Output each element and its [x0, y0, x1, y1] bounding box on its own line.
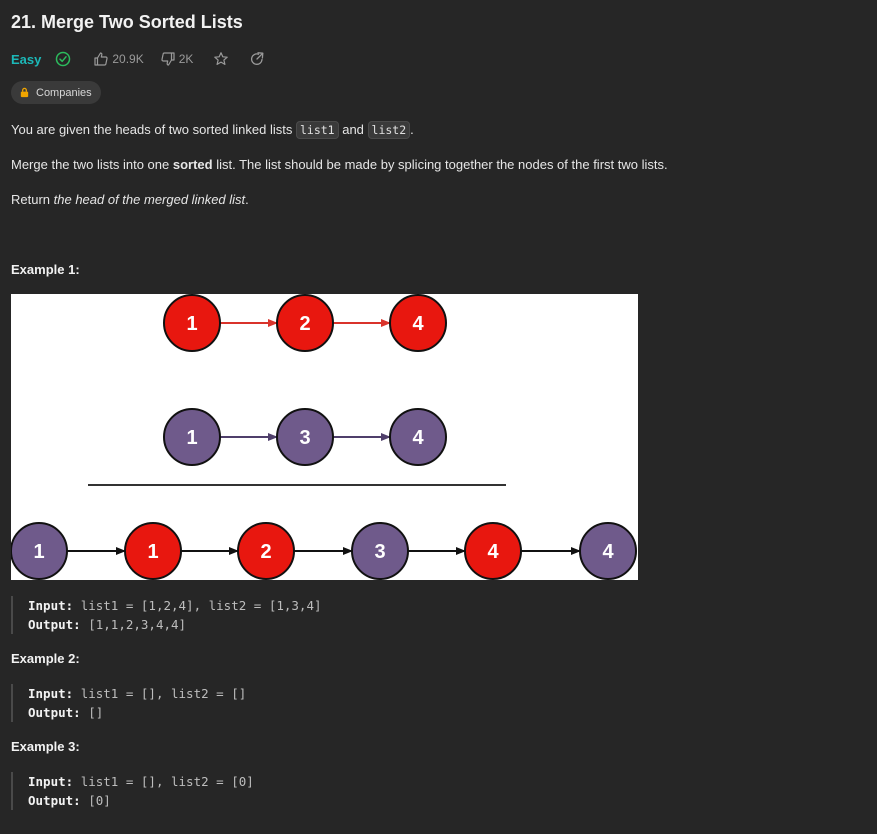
lock-icon	[19, 87, 30, 98]
list1-node-1: 2	[276, 294, 334, 352]
thumbs-down-icon	[160, 51, 176, 67]
merged-node-3: 3	[351, 522, 409, 580]
example-1-linked-list-diagram: 1 2 4 1 3 4 1 1 2 3 4 4	[11, 294, 638, 580]
list1-node-2: 4	[389, 294, 447, 352]
favorite-star-icon[interactable]	[213, 51, 229, 67]
thumbs-up-icon	[93, 51, 109, 67]
merge-diagram-svg: 1 2 4 1 3 4 1 1 2 3 4 4	[11, 294, 637, 580]
like-button[interactable]: 20.9K	[93, 51, 144, 67]
list2-node-1-value: 3	[299, 427, 310, 449]
example-3-code: Input: list1 = [], list2 = [0] Output: […	[11, 772, 254, 810]
example-1-code: Input: list1 = [1,2,4], list2 = [1,3,4] …	[11, 596, 322, 634]
text: and	[338, 122, 368, 137]
inline-code-list1: list1	[295, 121, 339, 139]
dislike-count: 2K	[178, 52, 194, 66]
list1-node-0-value: 1	[186, 313, 197, 335]
diagram-nodes: 1 2 4 1 3 4 1 1 2 3 4 4	[11, 294, 637, 580]
input-value: list1 = [1,2,4], list2 = [1,3,4]	[80, 598, 322, 613]
merged-node-5: 4	[579, 522, 637, 580]
list2-node-0-value: 1	[186, 427, 197, 449]
output-value: [1,1,2,3,4,4]	[88, 617, 187, 632]
companies-tag[interactable]: Companies	[11, 81, 101, 104]
merged-node-3-value: 3	[374, 541, 385, 563]
text: .	[245, 192, 249, 207]
share-icon[interactable]	[249, 51, 265, 67]
italic-text: the head of the merged linked list	[53, 192, 246, 207]
merged-node-0: 1	[11, 522, 68, 580]
list1-node-1-value: 2	[299, 313, 310, 335]
merged-node-1-value: 1	[147, 541, 158, 563]
problem-meta-bar: Easy 20.9K 2K	[11, 48, 265, 70]
example-3-heading: Example 3:	[11, 739, 80, 754]
list2-node-0: 1	[163, 408, 221, 466]
companies-label: Companies	[36, 86, 92, 99]
input-label: Input:	[28, 774, 74, 789]
description-paragraph-2: Merge the two lists into one sorted list…	[11, 157, 668, 172]
output-value: [0]	[88, 793, 111, 808]
merged-node-4-value: 4	[487, 541, 499, 563]
text: list. The list should be made by splicin…	[212, 157, 668, 172]
like-count: 20.9K	[112, 52, 144, 66]
merged-node-2: 2	[237, 522, 295, 580]
output-label: Output:	[28, 705, 81, 720]
output-label: Output:	[28, 793, 81, 808]
input-value: list1 = [], list2 = []	[80, 686, 247, 701]
text: .	[410, 122, 414, 137]
list1-node-2-value: 4	[412, 313, 424, 335]
example-2-heading: Example 2:	[11, 651, 80, 666]
merged-node-2-value: 2	[260, 541, 271, 563]
input-label: Input:	[28, 598, 74, 613]
merged-node-5-value: 4	[602, 541, 614, 563]
description-paragraph-1: You are given the heads of two sorted li…	[11, 121, 414, 139]
list2-node-2-value: 4	[412, 427, 424, 449]
merged-node-1: 1	[124, 522, 182, 580]
merged-node-0-value: 1	[33, 541, 44, 563]
description-paragraph-3: Return the head of the merged linked lis…	[11, 192, 249, 207]
example-2-code: Input: list1 = [], list2 = [] Output: []	[11, 684, 246, 722]
dislike-button[interactable]: 2K	[160, 51, 194, 67]
example-1-heading: Example 1:	[11, 262, 80, 277]
difficulty-badge: Easy	[11, 51, 42, 67]
list2-node-1: 3	[276, 408, 334, 466]
merged-node-4: 4	[464, 522, 522, 580]
inline-code-list2: list2	[367, 121, 411, 139]
list1-node-0: 1	[163, 294, 221, 352]
output-value: []	[88, 705, 104, 720]
output-label: Output:	[28, 617, 81, 632]
solved-check-icon	[55, 51, 71, 67]
text: Merge the two lists into one	[11, 157, 173, 172]
input-label: Input:	[28, 686, 74, 701]
text: You are given the heads of two sorted li…	[11, 122, 296, 137]
text: Return	[11, 192, 54, 207]
problem-title: 21. Merge Two Sorted Lists	[11, 12, 243, 32]
bold-text: sorted	[172, 157, 213, 172]
input-value: list1 = [], list2 = [0]	[80, 774, 254, 789]
list2-node-2: 4	[389, 408, 447, 466]
